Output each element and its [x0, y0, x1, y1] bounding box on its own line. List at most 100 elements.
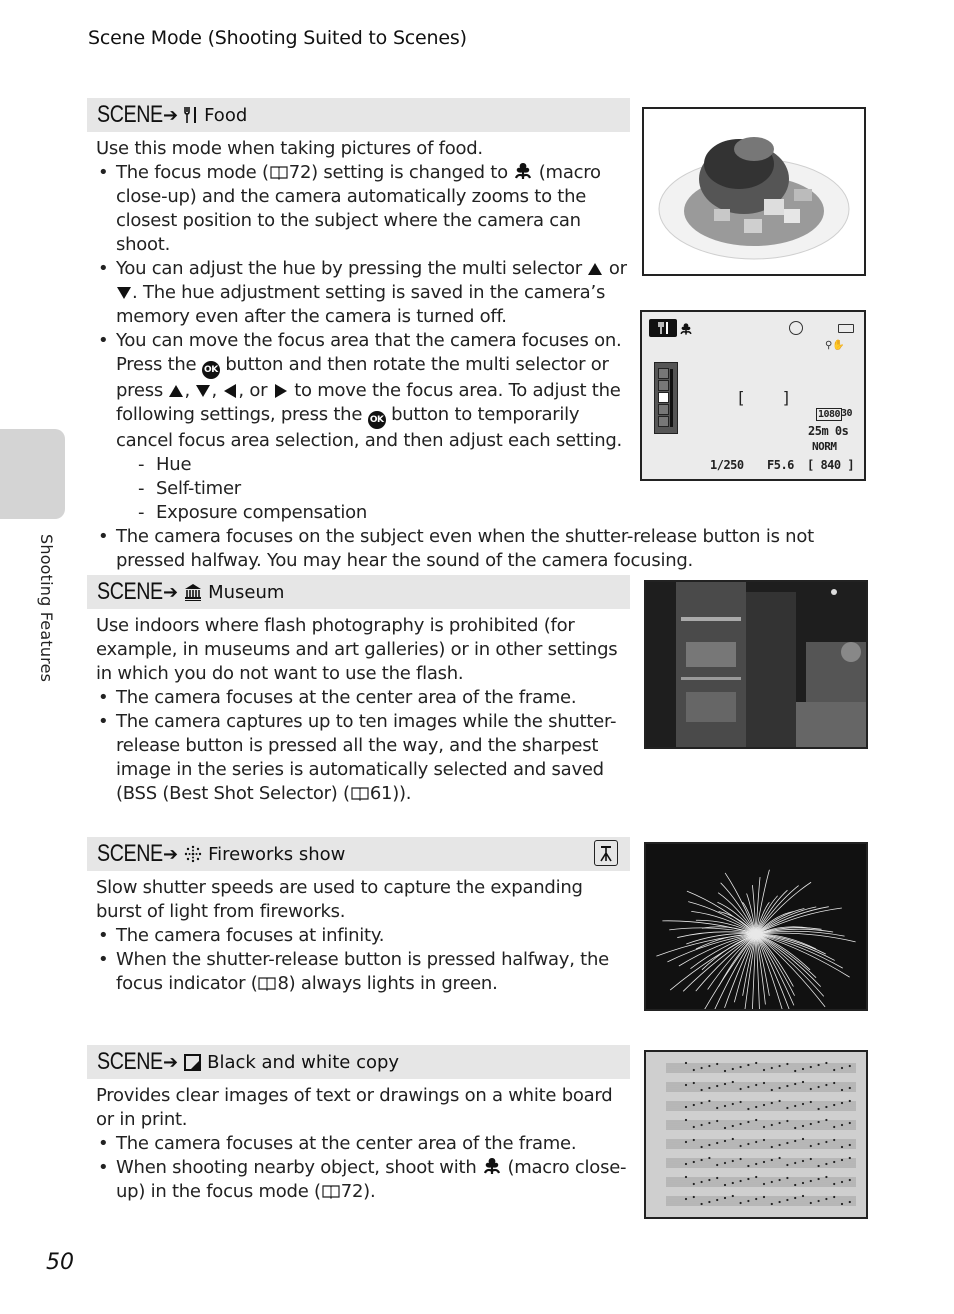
note — [848, 1200, 851, 1204]
note — [825, 1105, 828, 1109]
up-arrow-icon — [168, 383, 184, 399]
note — [817, 1142, 820, 1146]
note — [755, 1083, 758, 1087]
note — [755, 1162, 758, 1166]
note — [817, 1177, 820, 1181]
note — [840, 1145, 844, 1149]
note — [762, 1138, 766, 1142]
note — [700, 1066, 703, 1070]
note — [731, 1124, 734, 1128]
left-arrow-icon — [222, 383, 238, 399]
hue-step — [658, 416, 669, 427]
note — [786, 1176, 789, 1180]
note — [786, 1141, 789, 1145]
intro-text: Slow shutter speeds are used to capture … — [96, 877, 583, 922]
battery-icon — [838, 324, 854, 333]
note — [762, 1103, 766, 1107]
note — [747, 1177, 750, 1181]
note — [840, 1158, 844, 1162]
note — [786, 1084, 789, 1088]
note — [825, 1083, 828, 1087]
note — [794, 1196, 797, 1200]
note — [801, 1102, 805, 1106]
hue-step — [658, 404, 669, 415]
note — [723, 1183, 727, 1187]
camera-lcd-screen: ⚲✋ [ ] 1080 30 25m 0s NORM 1/250 F5.6 [ … — [640, 310, 866, 481]
sub-item: Hue — [116, 453, 630, 477]
note — [825, 1175, 828, 1179]
note — [755, 1061, 758, 1065]
note — [770, 1202, 773, 1206]
bullet-item: The focus mode (72) setting is changed t… — [96, 161, 630, 257]
note — [833, 1195, 836, 1199]
mode-name: Fireworks show — [208, 843, 346, 865]
note — [833, 1068, 836, 1072]
macro-icon — [513, 161, 533, 181]
note — [684, 1162, 688, 1166]
note — [700, 1202, 703, 1206]
note — [801, 1080, 805, 1084]
note — [716, 1141, 719, 1145]
note — [809, 1100, 812, 1104]
note — [778, 1156, 781, 1160]
note — [692, 1160, 695, 1164]
note — [755, 1140, 758, 1144]
note — [848, 1156, 851, 1160]
note — [739, 1179, 742, 1183]
intro-text: Use this mode when taking pictures of fo… — [96, 138, 483, 159]
note — [801, 1067, 805, 1071]
note — [778, 1143, 781, 1147]
note — [692, 1103, 695, 1107]
note — [700, 1101, 703, 1105]
note — [840, 1123, 844, 1127]
note — [833, 1160, 836, 1164]
fireworks-photo — [644, 842, 868, 1011]
food-mode-badge — [649, 319, 677, 337]
chapter-label: Shooting Features — [37, 534, 56, 683]
museum-photo — [644, 580, 868, 749]
note — [708, 1156, 711, 1160]
note — [825, 1140, 828, 1144]
section-heading: SCENE ➔ Museum — [87, 575, 630, 609]
note — [794, 1082, 797, 1086]
down-arrow-icon — [116, 285, 132, 301]
note — [708, 1086, 711, 1090]
note — [731, 1181, 734, 1185]
note — [723, 1082, 727, 1086]
note — [739, 1157, 742, 1161]
vr-icon — [789, 321, 803, 335]
note — [708, 1200, 711, 1204]
note — [840, 1180, 844, 1184]
note — [817, 1164, 820, 1168]
sheet-music-photo — [644, 1050, 868, 1219]
up-arrow-icon — [587, 261, 603, 277]
section-museum: SCENE ➔ Museum Use indoors where flash p… — [87, 575, 630, 806]
bullet-item: The camera focuses on the subject even w… — [96, 525, 876, 573]
note — [739, 1065, 742, 1069]
note — [809, 1179, 812, 1183]
note — [708, 1121, 711, 1125]
sub-item: Self-timer — [116, 477, 630, 501]
intro-text: Use indoors where flash photography is p… — [96, 615, 618, 684]
bullet-item: You can adjust the hue by pressing the m… — [96, 257, 630, 329]
note — [716, 1119, 719, 1123]
bullet-item: When shooting nearby object, shoot with … — [96, 1156, 630, 1204]
note — [817, 1063, 820, 1067]
note — [817, 1107, 820, 1111]
note — [700, 1123, 703, 1127]
note — [739, 1100, 742, 1104]
section-heading: SCENE ➔ Black and white copy — [87, 1045, 630, 1079]
note — [786, 1163, 789, 1167]
note — [778, 1200, 781, 1204]
note — [723, 1196, 727, 1200]
note — [723, 1139, 727, 1143]
chapter-tab — [0, 429, 65, 519]
note — [755, 1175, 758, 1179]
note — [716, 1198, 719, 1202]
note — [833, 1081, 836, 1085]
mode-name: Food — [204, 104, 248, 126]
note — [708, 1099, 711, 1103]
note — [700, 1180, 703, 1184]
note — [840, 1088, 844, 1092]
note — [708, 1143, 711, 1147]
